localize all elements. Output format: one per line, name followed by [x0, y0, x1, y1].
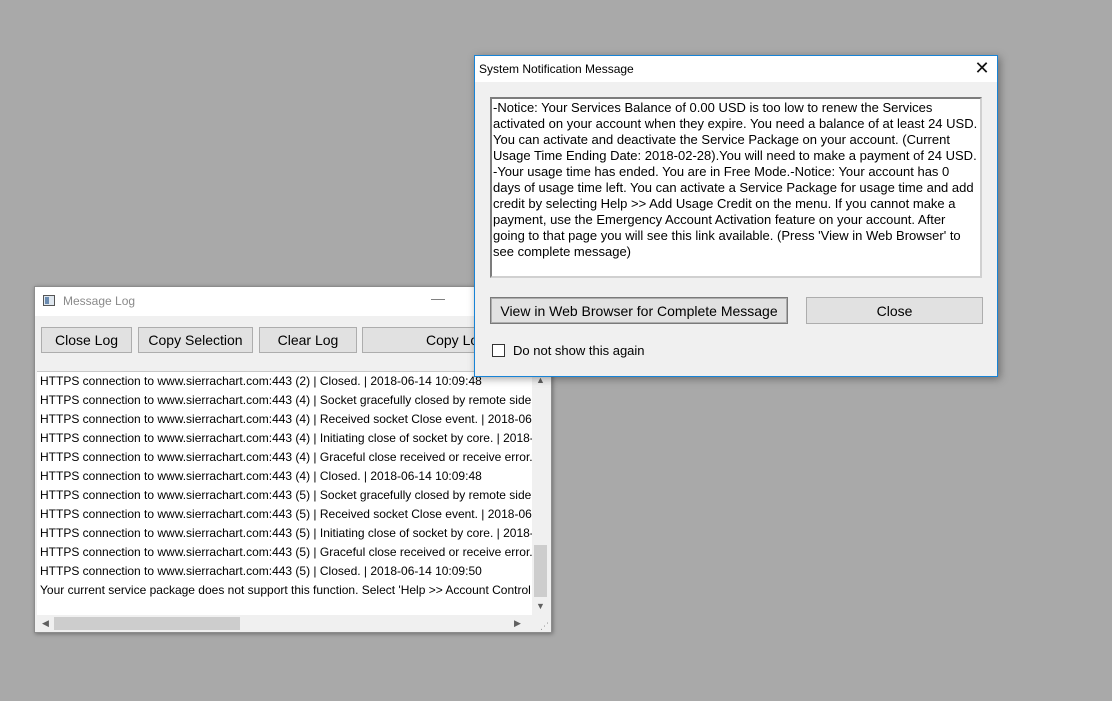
message-log-title: Message Log [63, 294, 136, 308]
log-line[interactable]: HTTPS connection to www.sierrachart.com:… [37, 429, 532, 448]
horizontal-scrollbar[interactable]: ◀ ▶ [37, 615, 532, 632]
close-button[interactable]: Close [806, 297, 983, 324]
log-line[interactable]: HTTPS connection to www.sierrachart.com:… [37, 410, 532, 429]
do-not-show-checkbox[interactable] [492, 343, 505, 357]
clear-log-button[interactable]: Clear Log [259, 327, 357, 353]
notification-message-text[interactable]: -Notice: Your Services Balance of 0.00 U… [490, 97, 982, 278]
log-line[interactable]: HTTPS connection to www.sierrachart.com:… [37, 543, 532, 562]
log-lines[interactable]: HTTPS connection to www.sierrachart.com:… [37, 372, 532, 615]
system-notification-dialog: System Notification Message ✕ -Notice: Y… [474, 55, 998, 377]
scroll-down-icon[interactable]: ▼ [532, 598, 549, 615]
log-line[interactable]: HTTPS connection to www.sierrachart.com:… [37, 467, 532, 486]
notification-title: System Notification Message [479, 62, 634, 76]
view-in-browser-button[interactable]: View in Web Browser for Complete Message [490, 297, 788, 324]
log-line[interactable]: HTTPS connection to www.sierrachart.com:… [37, 372, 532, 391]
log-line[interactable]: HTTPS connection to www.sierrachart.com:… [37, 486, 532, 505]
log-line[interactable]: HTTPS connection to www.sierrachart.com:… [37, 448, 532, 467]
log-line[interactable]: Your current service package does not su… [37, 581, 532, 600]
log-line[interactable]: HTTPS connection to www.sierrachart.com:… [37, 562, 532, 581]
log-line[interactable]: HTTPS connection to www.sierrachart.com:… [37, 524, 532, 543]
app-window-icon [43, 295, 55, 306]
copy-selection-button[interactable]: Copy Selection [138, 327, 253, 353]
log-line[interactable]: HTTPS connection to www.sierrachart.com:… [37, 505, 532, 524]
horizontal-scroll-thumb[interactable] [54, 617, 240, 630]
log-list-box[interactable]: HTTPS connection to www.sierrachart.com:… [37, 371, 549, 632]
do-not-show-label[interactable]: Do not show this again [513, 343, 645, 358]
scroll-right-icon[interactable]: ▶ [509, 615, 526, 632]
log-line[interactable]: HTTPS connection to www.sierrachart.com:… [37, 391, 532, 410]
notification-titlebar[interactable]: System Notification Message ✕ [475, 56, 997, 82]
do-not-show-checkbox-row[interactable]: Do not show this again [492, 342, 645, 358]
vertical-scrollbar[interactable]: ▲ ▼ [532, 372, 549, 615]
minimize-button[interactable]: — [431, 291, 445, 311]
resize-grip-icon[interactable]: ⋰ [532, 615, 549, 632]
vertical-scroll-thumb[interactable] [534, 545, 547, 597]
close-log-button[interactable]: Close Log [41, 327, 132, 353]
close-icon[interactable]: ✕ [967, 56, 997, 82]
scroll-left-icon[interactable]: ◀ [37, 615, 54, 632]
